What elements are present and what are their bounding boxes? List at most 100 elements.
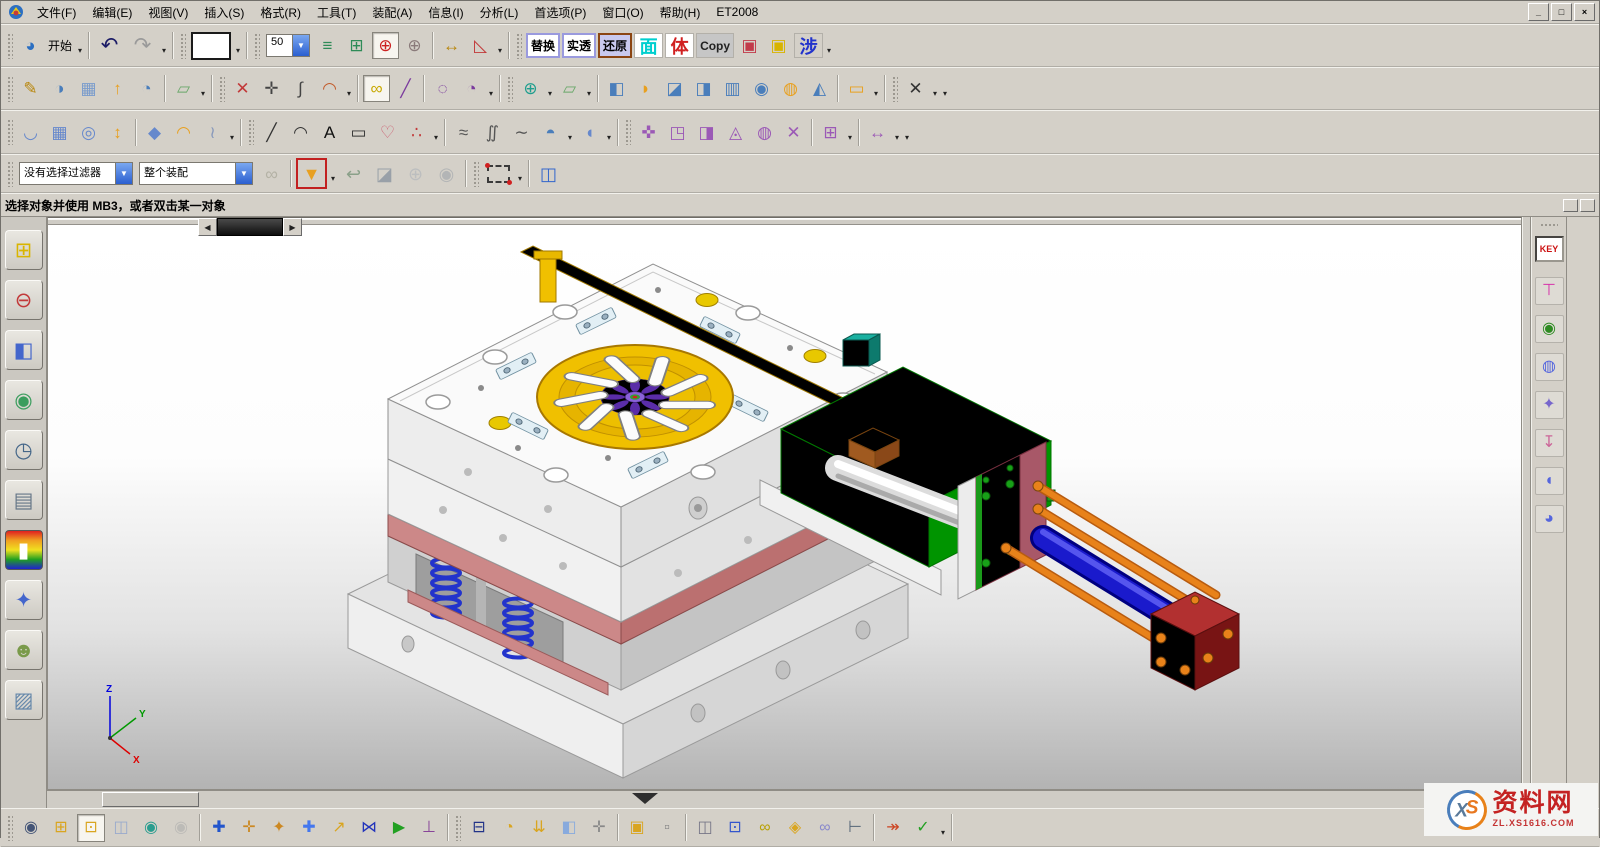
datum-plane2-icon[interactable]: ▱ <box>556 75 583 102</box>
measure-angle-icon[interactable]: ◺ <box>467 32 494 59</box>
edit-arrangement-icon[interactable]: ✛ <box>585 814 613 842</box>
selection-filter-combo-arrow-icon[interactable]: ▼ <box>115 163 132 184</box>
selection-filter-combo[interactable]: 没有选择过滤器▼ <box>19 162 133 185</box>
menu-insert[interactable]: 插入(S) <box>196 2 252 23</box>
menu-tools[interactable]: 工具(T) <box>309 2 364 23</box>
remember-constraints-icon[interactable]: ⊟ <box>465 814 493 842</box>
gallery-icon[interactable]: ▨ <box>5 680 43 720</box>
snapshot-icon[interactable]: ◉ <box>137 814 165 842</box>
clearance-analysis-icon[interactable]: ✓ <box>909 814 937 842</box>
swept-surface-icon[interactable]: ◠ <box>170 119 197 146</box>
text-icon[interactable]: A <box>316 119 343 146</box>
scroll-left-arrow[interactable]: ◀ <box>198 218 217 236</box>
mold-pin-icon[interactable]: ↧ <box>1535 429 1564 457</box>
work-layer-combo-arrow-icon[interactable]: ▼ <box>292 35 309 56</box>
product-outline-icon[interactable]: ◫ <box>107 814 135 842</box>
suppress-expression-icon[interactable]: ✕ <box>902 75 929 102</box>
suppress-component-icon[interactable]: ▣ <box>623 814 651 842</box>
reposition-icon[interactable]: ⊕ <box>401 159 430 188</box>
trim-body2-icon[interactable]: ▥ <box>719 75 746 102</box>
menu-window[interactable]: 窗口(O) <box>594 2 651 23</box>
wrap-curve-icon[interactable]: ∼ <box>508 119 535 146</box>
point-set-icon[interactable]: ∴ <box>403 119 430 146</box>
circle-3pt-icon[interactable]: ◌ <box>429 75 456 102</box>
interpart-chain-icon[interactable]: ∞ <box>751 814 779 842</box>
wave-geometry-icon[interactable]: ◈ <box>781 814 809 842</box>
part-navigator-icon[interactable]: ◧ <box>5 330 43 370</box>
wcs-orient-icon[interactable]: ⊕ <box>401 32 428 59</box>
select-rectangle-dropdown[interactable]: ▾ <box>515 161 525 186</box>
red-cube-icon[interactable]: ▣ <box>736 32 763 59</box>
color-dropdown[interactable]: ▾ <box>233 33 243 58</box>
combined-projection-icon[interactable]: ∬ <box>479 119 506 146</box>
perpendicular-icon[interactable]: ⊥ <box>415 814 443 842</box>
pattern-component-icon[interactable]: ✦ <box>265 814 293 842</box>
arc-icon[interactable]: ◠ <box>287 119 314 146</box>
ruled-surface-icon[interactable]: ◡ <box>17 119 44 146</box>
menu-file[interactable]: 文件(F) <box>29 2 84 23</box>
replace-face-icon[interactable]: ◨ <box>693 119 720 146</box>
pull-face-icon[interactable]: ◳ <box>664 119 691 146</box>
move-to-layer-icon[interactable]: ⊞ <box>343 32 370 59</box>
history-icon[interactable]: ◷ <box>5 430 43 470</box>
sketch-dropdown[interactable]: ▾ <box>545 76 555 101</box>
menu-information[interactable]: 信息(I) <box>420 2 471 23</box>
constraint-navigator-icon[interactable]: ⊖ <box>5 280 43 320</box>
through-curves-icon[interactable]: ▦ <box>46 119 73 146</box>
menu-edit[interactable]: 编辑(E) <box>84 2 140 23</box>
undo-icon[interactable]: ↶ <box>94 32 125 59</box>
wave-link-icon[interactable]: ∞ <box>811 814 839 842</box>
mold-slider-icon[interactable]: ◖ <box>1535 467 1564 495</box>
minimize-button[interactable]: _ <box>1528 3 1549 21</box>
sequence-icon[interactable]: ↠ <box>879 814 907 842</box>
restore-button[interactable]: 还原 <box>598 33 632 58</box>
open-component-icon[interactable]: ⊞ <box>47 814 75 842</box>
menu-preferences[interactable]: 首选项(P) <box>526 2 594 23</box>
unwrap-dropdown[interactable]: ▾ <box>604 120 614 145</box>
new-component-icon[interactable]: ✛ <box>235 814 263 842</box>
erase-highlight-icon[interactable]: ◪ <box>370 159 399 188</box>
yellow-cube-icon[interactable]: ▣ <box>765 32 792 59</box>
sketch-curve-icon[interactable]: ✎ <box>17 75 44 102</box>
relations-browser-icon[interactable]: ⊢ <box>841 814 869 842</box>
scrollbar-chevron-icon[interactable] <box>632 793 658 804</box>
bottom-overflow-dropdown[interactable]: ▾ <box>938 815 948 840</box>
resize-face-dropdown[interactable]: ▾ <box>892 120 902 145</box>
mold-cooling-icon[interactable]: ◉ <box>1535 315 1564 343</box>
bend-surface-icon[interactable]: ≀ <box>199 119 226 146</box>
mold-tool-t-icon[interactable]: ⊤ <box>1535 277 1564 305</box>
section-curve-icon[interactable]: ◓ <box>537 119 564 146</box>
datum-plane-dropdown[interactable]: ▾ <box>198 76 208 101</box>
move-component-icon[interactable]: ↗ <box>325 814 353 842</box>
chamfer-icon[interactable]: ◭ <box>806 75 833 102</box>
menu-assemblies[interactable]: 装配(A) <box>364 2 420 23</box>
unsuppress-component-icon[interactable]: ▫ <box>653 814 681 842</box>
add-instance-icon[interactable]: ✚ <box>295 814 323 842</box>
palette-icon[interactable]: ▤ <box>5 480 43 520</box>
row3-overflow-dropdown[interactable]: ▾ <box>902 120 912 145</box>
row1-overflow-dropdown[interactable]: ▾ <box>824 33 834 58</box>
body-button[interactable]: 体 <box>665 33 694 58</box>
layer-settings-icon[interactable]: ≡ <box>314 32 341 59</box>
row2-overflow-dropdown[interactable]: ▾ <box>940 76 950 101</box>
datum-plane-icon[interactable]: ▱ <box>170 75 197 102</box>
replace-button[interactable]: 替换 <box>526 33 560 58</box>
hscrollbar-thumb[interactable] <box>102 792 199 807</box>
deselect-icon[interactable]: ↩ <box>339 159 368 188</box>
sheet-mesh-icon[interactable]: ▦ <box>75 75 102 102</box>
boss-icon[interactable]: ◍ <box>777 75 804 102</box>
menu-et2008[interactable]: ET2008 <box>708 3 766 21</box>
wcs-dynamics-icon[interactable]: ⊕ <box>372 32 399 59</box>
start-dropdown[interactable]: ▾ <box>75 33 85 58</box>
blend-face-icon[interactable]: ◬ <box>722 119 749 146</box>
bridge-curve-icon[interactable]: ◠ <box>316 75 343 102</box>
curve-edit-dropdown[interactable]: ▾ <box>344 76 354 101</box>
assembly-navigator-icon[interactable]: ⊞ <box>5 230 43 270</box>
viewport-right-scrollbar[interactable] <box>1522 217 1531 808</box>
trim-body-icon[interactable]: ◑ <box>46 75 73 102</box>
prompt-scroll-up-button[interactable] <box>1563 199 1578 212</box>
project-curve-icon[interactable]: ≈ <box>450 119 477 146</box>
copy-face-icon[interactable]: ⊞ <box>817 119 844 146</box>
line-2pt-icon[interactable]: ╱ <box>392 75 419 102</box>
interference-button[interactable]: 涉 <box>794 33 823 58</box>
